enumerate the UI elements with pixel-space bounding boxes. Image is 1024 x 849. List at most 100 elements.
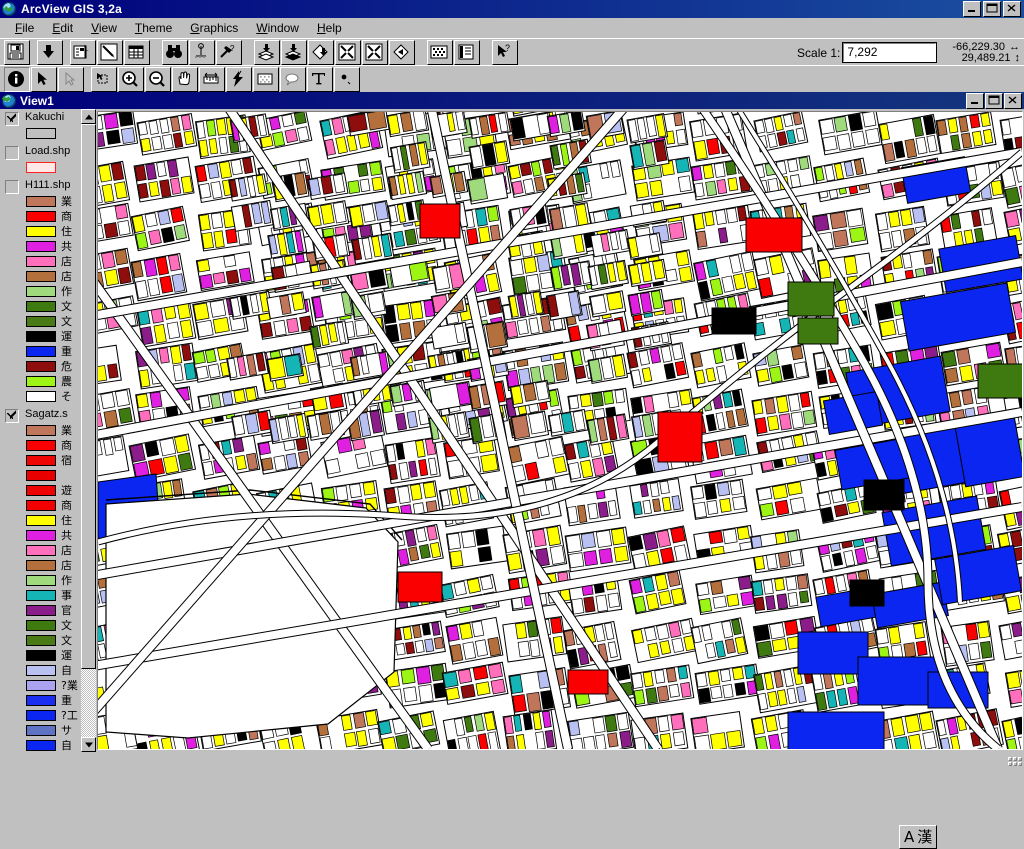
legend-color-swatch[interactable] xyxy=(26,455,56,466)
legend-color-swatch[interactable] xyxy=(26,376,56,387)
legend-layer-load-shp[interactable]: Load.shp xyxy=(1,145,81,179)
zoom-to-full-extent-button[interactable] xyxy=(254,40,280,65)
legend-color-swatch[interactable] xyxy=(26,680,56,691)
legend-class-row[interactable]: 農 xyxy=(1,374,81,389)
legend-layer-h111-shp[interactable]: H111.shp業商住共店店作文文運重危農そ xyxy=(1,179,81,408)
hot-link-tool[interactable] xyxy=(226,67,252,92)
legend-color-swatch[interactable] xyxy=(26,725,56,736)
legend-color-swatch[interactable] xyxy=(26,665,56,676)
legend-color-swatch[interactable] xyxy=(26,695,56,706)
layer-visibility-checkbox[interactable] xyxy=(5,409,19,423)
legend-class-row[interactable]: 事 xyxy=(1,588,81,603)
legend-class-row[interactable]: 業 xyxy=(1,423,81,438)
legend-color-swatch[interactable] xyxy=(26,316,56,327)
toc-scroll-track[interactable] xyxy=(81,124,96,737)
legend-class-row[interactable]: 重 xyxy=(1,693,81,708)
legend-class-row[interactable]: そ xyxy=(1,389,81,404)
zoom-to-active-theme-button[interactable] xyxy=(281,40,307,65)
legend-class-row[interactable]: 文 xyxy=(1,618,81,633)
legend-class-row[interactable] xyxy=(1,126,81,141)
legend-class-row[interactable]: 宿 xyxy=(1,453,81,468)
pan-tool[interactable] xyxy=(172,67,198,92)
legend-class-row[interactable]: 店 xyxy=(1,543,81,558)
legend-color-swatch[interactable] xyxy=(26,391,56,402)
legend-color-swatch[interactable] xyxy=(26,650,56,661)
legend-class-row[interactable]: 店 xyxy=(1,254,81,269)
vertex-edit-tool[interactable] xyxy=(58,67,84,92)
area-select-tool[interactable] xyxy=(253,67,279,92)
legend-class-row[interactable]: 作 xyxy=(1,284,81,299)
open-table-button[interactable] xyxy=(124,40,150,65)
legend-layer-header[interactable]: Kakuchi xyxy=(1,111,81,126)
legend-color-swatch[interactable] xyxy=(26,515,56,526)
legend-class-row[interactable]: 住 xyxy=(1,513,81,528)
menu-item-help[interactable]: Help xyxy=(308,19,351,37)
legend-color-swatch[interactable] xyxy=(26,211,56,222)
select-feature-tool[interactable] xyxy=(91,67,117,92)
legend-class-row[interactable] xyxy=(1,160,81,175)
query-builder-button[interactable]: ? xyxy=(216,40,242,65)
legend-class-row[interactable]: 共 xyxy=(1,528,81,543)
toc-scroll-thumb[interactable] xyxy=(81,124,96,669)
legend-class-row[interactable]: ?工 xyxy=(1,708,81,723)
legend-class-row[interactable]: 文 xyxy=(1,299,81,314)
edit-legend-button[interactable] xyxy=(97,40,123,65)
view-maximize-button[interactable] xyxy=(985,93,1003,109)
legend-layer-header[interactable]: Load.shp xyxy=(1,145,81,160)
legend-layer-header[interactable]: Sagatz.s xyxy=(1,408,81,423)
legend-color-swatch[interactable] xyxy=(26,740,56,751)
layer-visibility-checkbox[interactable] xyxy=(5,146,19,160)
find-button[interactable] xyxy=(162,40,188,65)
legend-class-row[interactable]: サ xyxy=(1,723,81,738)
legend-color-swatch[interactable] xyxy=(26,196,56,207)
legend-class-row[interactable]: 住 xyxy=(1,224,81,239)
legend-class-row[interactable]: 危 xyxy=(1,359,81,374)
legend-class-row[interactable]: 重 xyxy=(1,344,81,359)
legend-color-swatch[interactable] xyxy=(26,301,56,312)
legend-color-swatch[interactable] xyxy=(26,545,56,556)
zoom-in-tool[interactable] xyxy=(118,67,144,92)
locate-address-button[interactable] xyxy=(189,40,215,65)
legend-color-swatch[interactable] xyxy=(26,346,56,357)
close-button[interactable] xyxy=(1003,1,1021,17)
legend-layer-sagatz-s[interactable]: Sagatz.s業商宿遊商住共店店作事官文文運自?業重?工サ自危農 xyxy=(1,408,81,751)
pointer-tool[interactable] xyxy=(31,67,57,92)
toc-scroll-up-button[interactable] xyxy=(81,109,96,124)
legend-color-swatch[interactable] xyxy=(26,256,56,267)
legend-color-swatch[interactable] xyxy=(26,331,56,342)
legend-color-swatch[interactable] xyxy=(26,710,56,721)
text-tool[interactable] xyxy=(307,67,333,92)
legend-color-swatch[interactable] xyxy=(26,575,56,586)
save-project-button[interactable] xyxy=(4,40,30,65)
legend-color-swatch[interactable] xyxy=(26,635,56,646)
layer-visibility-checkbox[interactable] xyxy=(5,180,19,194)
legend-color-swatch[interactable] xyxy=(26,530,56,541)
legend-color-swatch[interactable] xyxy=(26,440,56,451)
zoom-previous-button[interactable] xyxy=(389,40,415,65)
menu-item-edit[interactable]: Edit xyxy=(43,19,82,37)
legend-class-row[interactable]: 店 xyxy=(1,558,81,573)
toc-scrollbar[interactable] xyxy=(81,109,96,752)
legend-color-swatch[interactable] xyxy=(26,286,56,297)
legend-color-swatch[interactable] xyxy=(26,162,56,173)
maximize-button[interactable] xyxy=(983,1,1001,17)
legend-color-swatch[interactable] xyxy=(26,470,56,481)
legend-class-row[interactable]: 文 xyxy=(1,633,81,648)
ime-status-indicator[interactable]: A 漢 xyxy=(899,825,937,849)
legend-color-swatch[interactable] xyxy=(26,500,56,511)
legend-class-row[interactable]: ?業 xyxy=(1,678,81,693)
legend-color-swatch[interactable] xyxy=(26,590,56,601)
identify-tool[interactable] xyxy=(4,67,30,92)
legend-layer-header[interactable]: H111.shp xyxy=(1,179,81,194)
legend-class-row[interactable]: 官 xyxy=(1,603,81,618)
legend-color-swatch[interactable] xyxy=(26,560,56,571)
map-canvas[interactable] xyxy=(97,111,1023,750)
zoom-out-tool[interactable] xyxy=(145,67,171,92)
legend-class-row[interactable]: 商 xyxy=(1,209,81,224)
select-features-button[interactable] xyxy=(427,40,453,65)
legend-class-row[interactable]: 運 xyxy=(1,329,81,344)
legend-color-swatch[interactable] xyxy=(26,226,56,237)
menu-item-graphics[interactable]: Graphics xyxy=(181,19,247,37)
legend-class-row[interactable]: 作 xyxy=(1,573,81,588)
menu-item-file[interactable]: File xyxy=(6,19,43,37)
